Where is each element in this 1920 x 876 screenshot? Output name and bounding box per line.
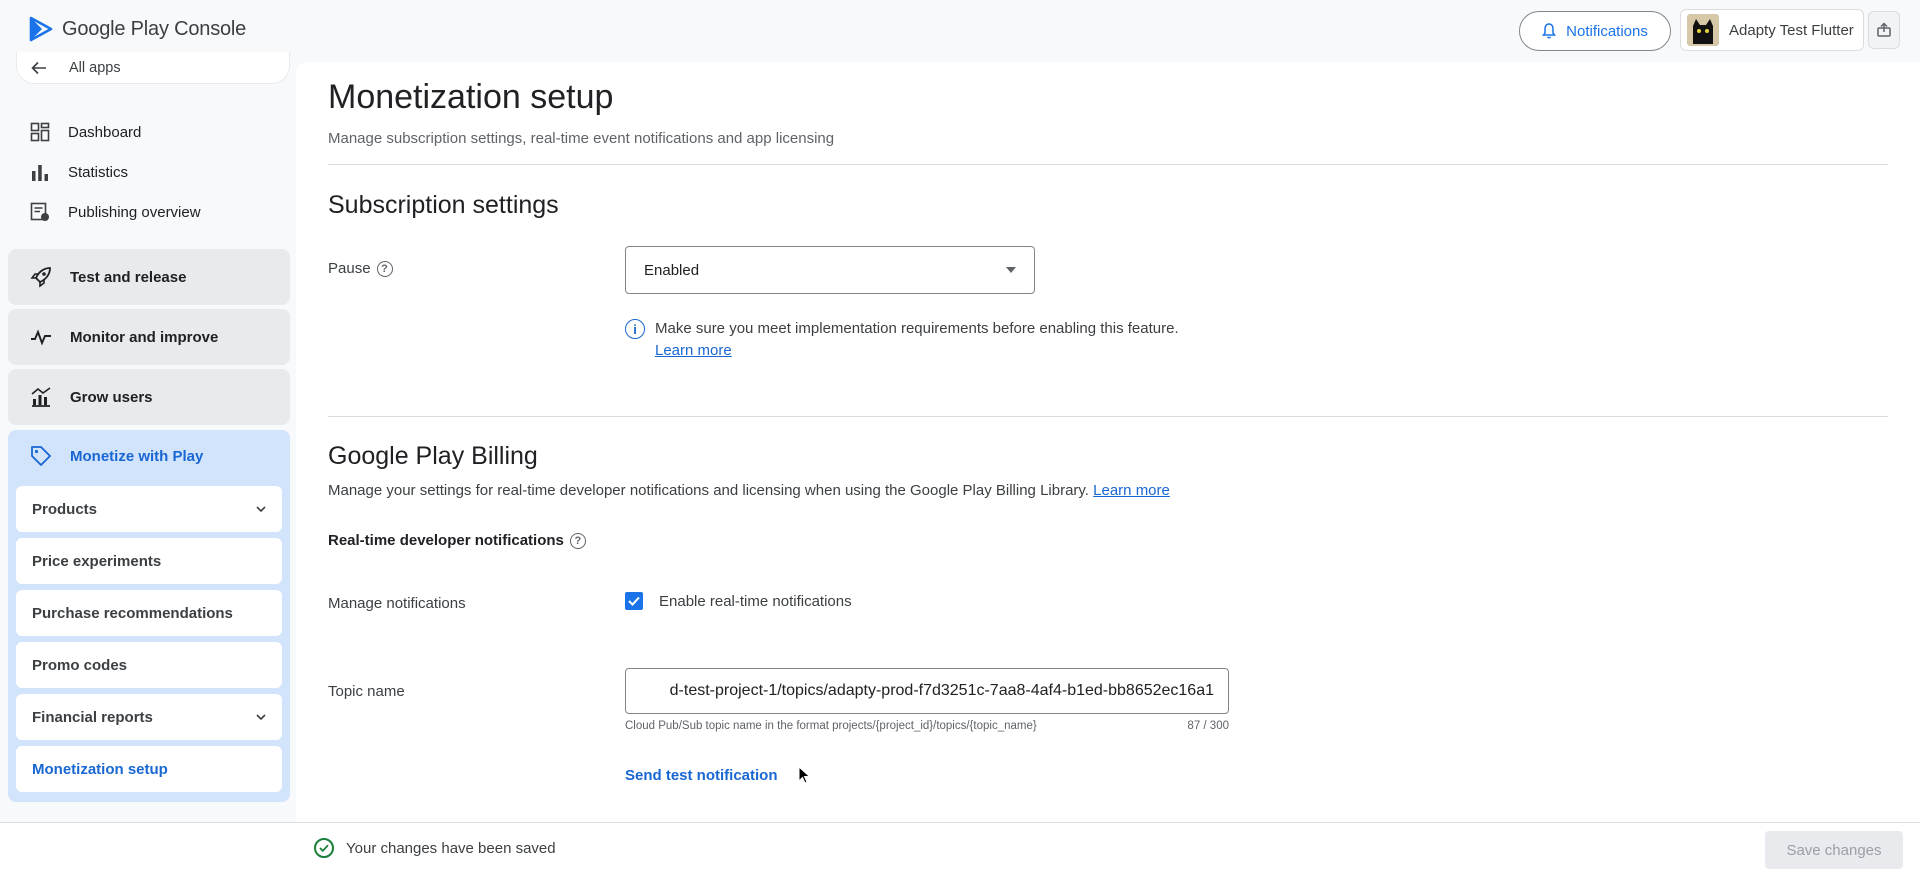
check-circle-icon <box>314 838 334 858</box>
grow-icon <box>31 387 51 407</box>
pause-info-message: i Make sure you meet implementation requ… <box>625 319 1179 359</box>
info-text-block: Make sure you meet implementation requir… <box>655 320 1179 359</box>
sidebar-item-products[interactable]: Products <box>16 486 282 532</box>
enable-notifications-checkbox[interactable] <box>625 592 643 610</box>
sidebar-group-label: Monetize with Play <box>70 447 204 465</box>
enable-notifications-row: Enable real-time notifications <box>625 592 852 610</box>
chevron-down-icon <box>256 714 266 720</box>
topic-name-input[interactable]: d-test-project-1/topics/adapty-prod-f7d3… <box>625 668 1229 714</box>
saved-status: Your changes have been saved <box>314 838 556 858</box>
sidebar-item-label: Statistics <box>68 163 129 181</box>
sidebar-item-label: Dashboard <box>68 123 142 141</box>
play-logo-icon <box>29 16 53 42</box>
enable-notifications-label: Enable real-time notifications <box>659 592 852 610</box>
pause-select[interactable]: Enabled <box>625 246 1035 294</box>
sidebar-item-price-experiments[interactable]: Price experiments <box>16 538 282 584</box>
learn-more-link[interactable]: Learn more <box>655 342 732 359</box>
save-changes-button[interactable]: Save changes <box>1765 831 1903 869</box>
sidebar-item-label: Monetization setup <box>32 760 168 778</box>
pause-label: Pause ? <box>328 260 393 277</box>
page-subtitle: Manage subscription settings, real-time … <box>328 130 835 147</box>
sidebar-item-label: Financial reports <box>32 708 153 726</box>
sidebar-item-promo-codes[interactable]: Promo codes <box>16 642 282 688</box>
app-avatar <box>1687 14 1719 46</box>
divider <box>328 416 1888 417</box>
share-button[interactable] <box>1868 11 1900 49</box>
sidebar-group-label: Monitor and improve <box>70 328 219 346</box>
help-icon[interactable]: ? <box>569 532 586 549</box>
sidebar-group-monitor-improve[interactable]: Monitor and improve <box>8 309 290 365</box>
billing-description: Manage your settings for real-time devel… <box>328 482 1170 499</box>
notifications-label: Notifications <box>1566 22 1648 40</box>
rtdn-label: Real-time developer notifications ? <box>328 532 586 549</box>
sidebar-item-statistics[interactable]: Statistics <box>0 152 296 192</box>
pulse-icon <box>31 329 51 346</box>
manage-notifications-label: Manage notifications <box>328 595 466 612</box>
logo-text: Google Play Console <box>62 17 247 40</box>
all-apps-label: All apps <box>69 59 121 76</box>
sidebar-item-label: Price experiments <box>32 552 162 570</box>
notifications-button[interactable]: Notifications <box>1519 11 1671 51</box>
topic-helper-text: Cloud Pub/Sub topic name in the format p… <box>625 720 1037 732</box>
account-name: Adapty Test Flutter <box>1729 21 1854 39</box>
saved-message: Your changes have been saved <box>346 839 556 857</box>
tag-icon <box>31 446 51 466</box>
info-icon: i <box>625 319 645 339</box>
sidebar-item-dashboard[interactable]: Dashboard <box>0 112 296 152</box>
bell-icon <box>1542 23 1557 39</box>
sidebar-group-monetize: Monetize with Play Products Price experi… <box>8 430 290 802</box>
mouse-cursor-icon <box>798 766 811 784</box>
sidebar-item-financial-reports[interactable]: Financial reports <box>16 694 282 740</box>
topic-name-label: Topic name <box>328 683 405 700</box>
sidebar-item-label: Promo codes <box>32 656 128 674</box>
share-icon <box>1877 22 1891 37</box>
send-test-notification-link[interactable]: Send test notification <box>625 767 778 784</box>
chevron-down-icon <box>256 506 266 512</box>
sidebar-group-test-release[interactable]: Test and release <box>8 249 290 305</box>
sidebar: All apps Dashboard Statistics Publishing… <box>0 52 296 824</box>
android-cat-icon <box>1687 14 1719 46</box>
sidebar-group-label: Grow users <box>70 388 153 406</box>
bottom-action-bar: Your changes have been saved Save change… <box>0 822 1920 876</box>
sidebar-group-grow-users[interactable]: Grow users <box>8 369 290 425</box>
rocket-icon <box>30 267 51 288</box>
sidebar-item-monetization-setup[interactable]: Monetization setup <box>16 746 282 792</box>
play-console-logo[interactable]: Google Play Console <box>28 16 246 42</box>
account-switcher[interactable]: Adapty Test Flutter <box>1680 9 1864 51</box>
checkmark-icon <box>628 596 640 606</box>
dropdown-arrow-icon <box>1006 267 1016 273</box>
all-apps-link[interactable]: All apps <box>16 52 290 84</box>
pause-select-value: Enabled <box>644 261 700 279</box>
sidebar-item-label: Publishing overview <box>68 203 201 221</box>
bar-chart-icon <box>32 165 48 181</box>
page-title: Monetization setup <box>328 78 614 116</box>
sidebar-item-label: Purchase recommendations <box>32 604 233 622</box>
help-icon[interactable]: ? <box>376 260 393 277</box>
dashboard-icon <box>30 122 50 142</box>
billing-description-text: Manage your settings for real-time devel… <box>328 482 1089 499</box>
topic-helper-row: Cloud Pub/Sub topic name in the format p… <box>625 720 1229 732</box>
sidebar-item-publishing-overview[interactable]: Publishing overview <box>0 192 296 232</box>
sidebar-group-monetize-header[interactable]: Monetize with Play <box>8 430 290 482</box>
subscription-settings-heading: Subscription settings <box>328 191 559 219</box>
sidebar-item-label: Products <box>32 500 98 518</box>
google-play-billing-heading: Google Play Billing <box>328 442 538 470</box>
topic-name-value: d-test-project-1/topics/adapty-prod-f7d3… <box>669 682 1214 699</box>
arrow-back-icon <box>31 61 46 74</box>
publishing-icon <box>30 202 49 221</box>
info-text: Make sure you meet implementation requir… <box>655 320 1179 337</box>
topic-char-count: 87 / 300 <box>1187 720 1229 732</box>
pause-label-text: Pause <box>328 260 371 277</box>
divider <box>328 164 1888 165</box>
sidebar-item-purchase-recommendations[interactable]: Purchase recommendations <box>16 590 282 636</box>
main-content: Monetization setup Manage subscription s… <box>296 62 1920 822</box>
billing-learn-more-link[interactable]: Learn more <box>1093 482 1170 499</box>
sidebar-group-label: Test and release <box>70 268 187 286</box>
rtdn-label-text: Real-time developer notifications <box>328 532 564 549</box>
